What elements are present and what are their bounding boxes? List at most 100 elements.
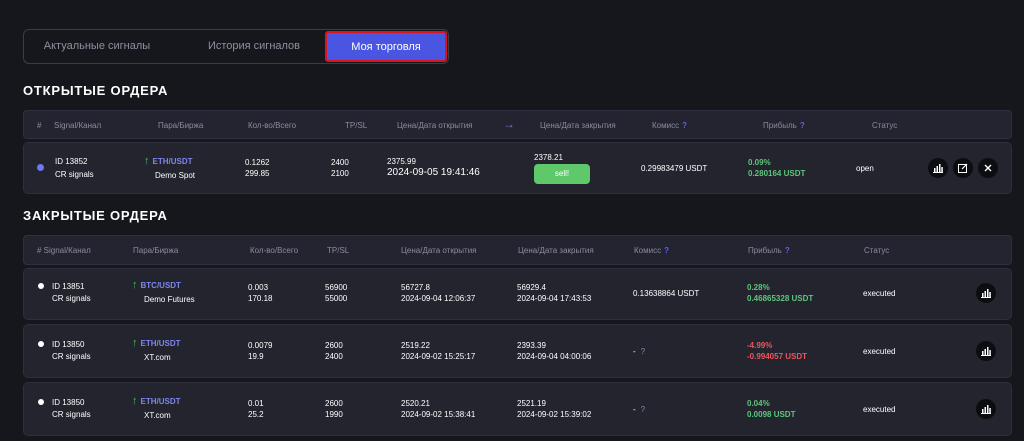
bar-chart-icon[interactable] bbox=[928, 158, 948, 178]
order-profit-pct: 0.04% bbox=[747, 399, 770, 408]
order-close-price: 56929.4 bbox=[517, 283, 546, 292]
col-open: Цена/Дата открытия bbox=[401, 246, 477, 255]
order-id: ID 13852 bbox=[55, 157, 88, 166]
order-total: 25.2 bbox=[248, 410, 264, 419]
status-dot bbox=[38, 341, 44, 347]
order-pair[interactable]: ↑ ETH/USDT bbox=[144, 156, 193, 167]
order-status: executed bbox=[863, 405, 896, 414]
order-exchange: Demo Spot bbox=[155, 171, 196, 180]
order-pair[interactable]: ↑ ETH/USDT bbox=[132, 338, 181, 349]
order-close-date: 2024-09-04 17:43:53 bbox=[517, 294, 592, 303]
order-close-price: 2393.39 bbox=[517, 341, 546, 350]
order-close-price: 2378.21 bbox=[534, 153, 563, 162]
order-tp: 56900 bbox=[325, 283, 348, 292]
order-commission: 0.13638864 USDT bbox=[633, 289, 700, 298]
order-tp: 2600 bbox=[325, 341, 343, 350]
order-total: 170.18 bbox=[248, 294, 273, 303]
bar-chart-icon[interactable] bbox=[976, 399, 996, 419]
col-open: Цена/Дата открытия bbox=[397, 121, 473, 130]
order-profit-pct: -4.99% bbox=[747, 341, 773, 350]
order-profit-value: 0.46865328 USDT bbox=[747, 294, 814, 303]
commission-help-icon[interactable]: ? bbox=[641, 347, 645, 356]
order-exchange: XT.com bbox=[144, 411, 171, 420]
col-commission: Комисс? bbox=[652, 121, 687, 130]
col-close: Цена/Дата закрытия bbox=[540, 121, 616, 130]
order-total: 299.85 bbox=[245, 169, 270, 178]
col-status: Статус bbox=[864, 246, 890, 255]
status-dot bbox=[38, 283, 44, 289]
order-channel[interactable]: CR signals bbox=[52, 409, 91, 420]
commission-help-icon[interactable]: ? bbox=[682, 121, 687, 130]
col-close: Цена/Дата закрытия bbox=[518, 246, 594, 255]
order-open-date: 2024-09-05 19:41:46 bbox=[387, 167, 480, 178]
order-open-price: 2519.22 bbox=[401, 341, 430, 350]
col-pair: Пара/Биржа bbox=[158, 121, 204, 130]
bar-chart-icon[interactable] bbox=[976, 341, 996, 361]
order-open-price: 2520.21 bbox=[401, 399, 430, 408]
arrow-up-icon: ↑ bbox=[132, 279, 138, 291]
close-icon[interactable] bbox=[978, 158, 998, 178]
trading-tabs: Актуальные сигналы История сигналов Моя … bbox=[23, 29, 449, 64]
order-profit-value: 0.0098 USDT bbox=[747, 410, 796, 419]
commission-help-icon[interactable]: ? bbox=[664, 246, 669, 255]
closed-orders-title: ЗАКРЫТЫЕ ОРДЕРА bbox=[23, 208, 168, 223]
order-channel[interactable]: CR signals bbox=[52, 293, 91, 304]
closed-orders-header: # Signal/Канал Пара/Биржа Кол-во/Всего T… bbox=[23, 235, 1012, 265]
order-qty: 0.1262 bbox=[245, 158, 270, 167]
order-status: executed bbox=[863, 347, 896, 356]
col-qty: Кол-во/Всего bbox=[250, 246, 299, 255]
order-sl: 2400 bbox=[325, 352, 343, 361]
arrow-up-icon: ↑ bbox=[132, 395, 138, 407]
open-orders-header: # Signal/Канал Пара/Биржа Кол-во/Всего T… bbox=[23, 110, 1012, 139]
bar-chart-icon[interactable] bbox=[976, 283, 996, 303]
col-qty: Кол-во/Всего bbox=[248, 121, 297, 130]
order-qty: 0.01 bbox=[248, 399, 264, 408]
profit-help-icon[interactable]: ? bbox=[785, 246, 790, 255]
closed-order-row: ID 13851 CR signals ↑ BTC/USDT Demo Futur… bbox=[23, 268, 1012, 320]
status-dot bbox=[37, 164, 44, 171]
order-id: ID 13850 bbox=[52, 398, 85, 407]
order-exchange: Demo Futures bbox=[144, 295, 195, 304]
order-qty: 0.0079 bbox=[248, 341, 273, 350]
order-profit-value: 0.280164 USDT bbox=[748, 169, 806, 178]
order-tp: 2600 bbox=[325, 399, 343, 408]
order-status: executed bbox=[863, 289, 896, 298]
col-profit: Прибыль? bbox=[763, 121, 805, 130]
order-id: ID 13850 bbox=[52, 340, 85, 349]
profit-help-icon[interactable]: ? bbox=[800, 121, 805, 130]
order-profit-pct: 0.09% bbox=[748, 158, 771, 167]
order-commission: -? bbox=[633, 405, 646, 414]
order-commission: -? bbox=[633, 347, 646, 356]
sell-button[interactable]: sell! bbox=[534, 164, 590, 184]
edit-icon[interactable] bbox=[953, 158, 973, 178]
order-channel[interactable]: CR signals bbox=[55, 169, 94, 180]
order-pair[interactable]: ↑ ETH/USDT bbox=[132, 396, 181, 407]
open-orders-title: ОТКРЫТЫЕ ОРДЕРА bbox=[23, 83, 169, 98]
col-profit: Прибыль? bbox=[748, 246, 790, 255]
closed-order-row: ID 13850 CR signals ↑ ETH/USDT XT.com 0.0… bbox=[23, 382, 1012, 436]
order-close-date: 2024-09-02 15:39:02 bbox=[517, 410, 592, 419]
open-order-row: ID 13852 CR signals ↑ ETH/USDT Demo Spot … bbox=[23, 142, 1012, 194]
col-commission: Комисс? bbox=[634, 246, 669, 255]
order-tp: 2400 bbox=[331, 158, 349, 167]
tab-current-signals[interactable]: Актуальные сигналы bbox=[32, 30, 162, 63]
order-status: open bbox=[856, 164, 874, 173]
order-channel[interactable]: CR signals bbox=[52, 351, 91, 362]
order-open-price: 56727.8 bbox=[401, 283, 430, 292]
order-open-price: 2375.99 bbox=[387, 157, 416, 166]
order-exchange: XT.com bbox=[144, 353, 171, 362]
order-open-date: 2024-09-02 15:25:17 bbox=[401, 352, 476, 361]
order-close-price: 2521.19 bbox=[517, 399, 546, 408]
arrow-up-icon: ↑ bbox=[132, 337, 138, 349]
col-tpsl: TP/SL bbox=[327, 246, 350, 255]
col-pair: Пара/Биржа bbox=[133, 246, 179, 255]
order-commission: 0.29983479 USDT bbox=[641, 164, 708, 173]
order-id: ID 13851 bbox=[52, 282, 85, 291]
order-profit-value: -0.994057 USDT bbox=[747, 352, 808, 361]
arrow-right-icon: → bbox=[503, 117, 515, 131]
order-pair[interactable]: ↑ BTC/USDT bbox=[132, 280, 181, 291]
tab-my-trading[interactable]: Моя торговля bbox=[325, 31, 447, 62]
tab-signal-history[interactable]: История сигналов bbox=[192, 30, 316, 63]
commission-help-icon[interactable]: ? bbox=[641, 405, 645, 414]
order-sl: 55000 bbox=[325, 294, 348, 303]
